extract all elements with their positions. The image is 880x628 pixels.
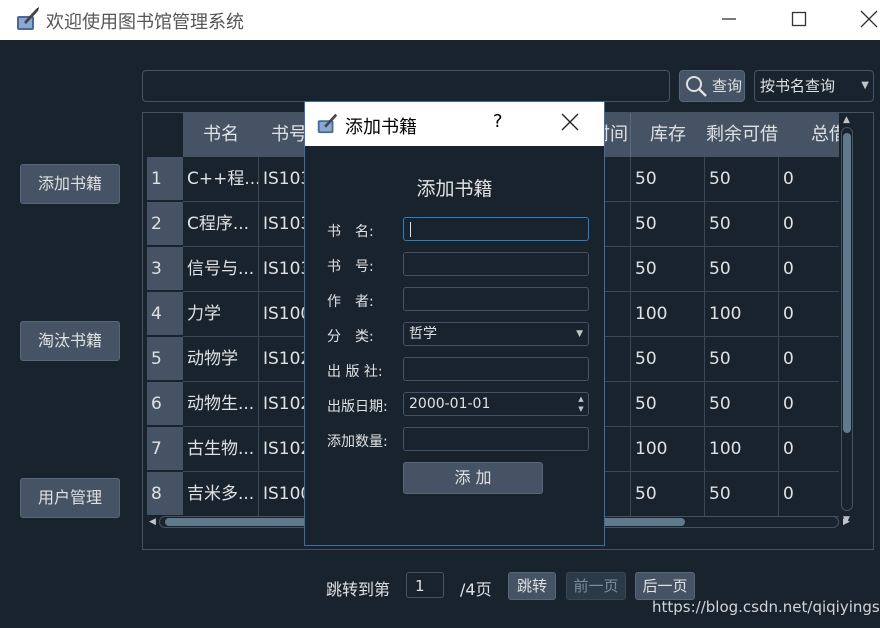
- user-manage-button[interactable]: 用户管理: [20, 478, 120, 518]
- window-title: 欢迎使用图书馆管理系统: [46, 12, 244, 33]
- dialog-app-icon: [317, 113, 338, 134]
- dialog-titlebar: 添加书籍 ?: [305, 102, 604, 146]
- confirm-add-button[interactable]: 添 加: [403, 462, 543, 494]
- close-icon: [860, 10, 878, 28]
- scroll-left-icon[interactable]: ◀: [149, 517, 156, 527]
- row-header[interactable]: 6: [147, 382, 183, 426]
- publish-date-input[interactable]: 2000-01-01 ▲ ▼: [403, 392, 589, 416]
- table-cell-remain[interactable]: 100: [705, 292, 779, 337]
- table-cell-name[interactable]: 古生物...: [183, 427, 259, 472]
- table-cell-remain[interactable]: 50: [705, 472, 779, 517]
- page-total-label: /4页: [460, 580, 492, 599]
- scroll-right-icon[interactable]: ▶: [843, 517, 850, 527]
- spin-arrows-icon[interactable]: ▲ ▼: [575, 394, 587, 414]
- table-cell-stock[interactable]: 50: [631, 472, 705, 517]
- row-header[interactable]: 1: [147, 157, 183, 201]
- remove-book-button[interactable]: 淘汰书籍: [20, 321, 120, 361]
- minimize-icon: [722, 18, 736, 20]
- publish-date-label: 出版日期:: [327, 399, 388, 415]
- search-button-label: 查询: [712, 77, 743, 95]
- column-header-remain[interactable]: 剩余可借: [705, 113, 780, 157]
- table-cell-stock[interactable]: 100: [631, 427, 705, 472]
- table-cell-stock[interactable]: 50: [631, 337, 705, 382]
- table-cell-stock[interactable]: 50: [631, 157, 705, 202]
- publisher-input[interactable]: [403, 357, 589, 381]
- table-corner: [147, 113, 183, 157]
- book-id-input[interactable]: [403, 252, 589, 276]
- chevron-down-icon: ▼: [861, 80, 869, 91]
- add-book-button[interactable]: 添加书籍: [20, 164, 120, 204]
- table-cell-remain[interactable]: 50: [705, 202, 779, 247]
- publisher-label: 出 版 社:: [327, 364, 383, 380]
- dialog-title: 添加书籍: [345, 117, 417, 138]
- table-cell-name[interactable]: 动物生...: [183, 382, 259, 427]
- author-input[interactable]: [403, 287, 589, 311]
- app-icon: [17, 7, 39, 30]
- column-header-stock[interactable]: 库存: [631, 113, 706, 157]
- search-mode-select[interactable]: 按书名查询 ▼: [754, 70, 874, 102]
- row-header[interactable]: 5: [147, 337, 183, 381]
- jump-button[interactable]: 跳转: [508, 572, 556, 600]
- table-cell-remain[interactable]: 50: [705, 157, 779, 202]
- next-page-button[interactable]: 后一页: [635, 572, 695, 600]
- add-book-dialog: 添加书籍 ? 添加书籍 书 名: 书 号: 作 者: 分 类: 哲学 ▼ 出 版…: [304, 101, 605, 546]
- search-mode-value: 按书名查询: [760, 77, 836, 95]
- maximize-icon: [791, 11, 807, 27]
- table-cell-name[interactable]: 信号与...: [183, 247, 259, 292]
- table-cell-name[interactable]: 动物学: [183, 337, 259, 382]
- table-cell-name[interactable]: 吉米多...: [183, 472, 259, 517]
- table-cell-name[interactable]: 力学: [183, 292, 259, 337]
- publish-date-value: 2000-01-01: [409, 396, 491, 412]
- row-header[interactable]: 4: [147, 292, 183, 336]
- maximize-button[interactable]: [784, 6, 814, 32]
- chevron-down-icon: ▼: [576, 329, 583, 339]
- table-cell-stock[interactable]: 50: [631, 247, 705, 292]
- table-cell-stock[interactable]: 50: [631, 202, 705, 247]
- vertical-scroll-thumb[interactable]: [843, 133, 851, 433]
- add-count-input[interactable]: [403, 427, 589, 451]
- author-label: 作 者:: [327, 294, 374, 310]
- row-header[interactable]: 2: [147, 202, 183, 246]
- table-cell-remain[interactable]: 50: [705, 337, 779, 382]
- table-cell-name[interactable]: C程序...: [183, 202, 259, 247]
- row-header[interactable]: 8: [147, 472, 183, 516]
- text-caret: [410, 222, 411, 237]
- book-name-input[interactable]: [403, 217, 589, 241]
- jump-prefix-label: 跳转到第: [326, 580, 391, 599]
- table-cell-remain[interactable]: 50: [705, 382, 779, 427]
- dialog-close-icon[interactable]: [559, 111, 581, 133]
- scroll-up-icon[interactable]: ▲: [843, 115, 850, 125]
- close-button[interactable]: [854, 6, 880, 32]
- vertical-scrollbar[interactable]: ▲ ▼: [839, 113, 855, 531]
- table-cell-remain[interactable]: 100: [705, 427, 779, 472]
- prev-page-button[interactable]: 前一页: [566, 572, 626, 600]
- table-cell-stock[interactable]: 100: [631, 292, 705, 337]
- page-number-input[interactable]: 1: [406, 572, 444, 598]
- search-button[interactable]: 查询: [679, 70, 745, 102]
- row-header[interactable]: 3: [147, 247, 183, 291]
- book-name-label: 书 名:: [327, 224, 374, 240]
- category-label: 分 类:: [327, 329, 374, 345]
- book-id-label: 书 号:: [327, 259, 374, 275]
- table-cell-stock[interactable]: 50: [631, 382, 705, 427]
- help-button[interactable]: ?: [493, 111, 503, 132]
- table-cell-remain[interactable]: 50: [705, 247, 779, 292]
- minimize-button[interactable]: [714, 6, 744, 32]
- window-titlebar: 欢迎使用图书馆管理系统: [0, 0, 880, 40]
- category-select[interactable]: 哲学 ▼: [403, 322, 589, 346]
- category-value: 哲学: [409, 326, 437, 342]
- column-header-name[interactable]: 书名: [183, 113, 260, 157]
- dialog-heading: 添加书籍: [416, 178, 493, 200]
- table-cell-name[interactable]: C++程...: [183, 157, 259, 202]
- add-count-label: 添加数量:: [327, 434, 388, 450]
- search-icon: [686, 76, 707, 97]
- search-input[interactable]: [142, 70, 670, 102]
- watermark-text: https://blog.csdn.net/qiqiyingse: [652, 598, 880, 616]
- row-header[interactable]: 7: [147, 427, 183, 471]
